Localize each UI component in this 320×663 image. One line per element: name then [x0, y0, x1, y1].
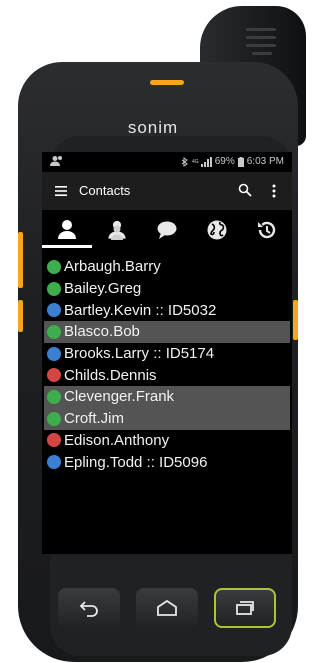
- group-icon: [107, 220, 127, 240]
- brand-logo: sonim: [127, 118, 179, 137]
- contact-name: Childs.Dennis: [64, 366, 157, 384]
- signal-icon: 4G: [192, 156, 212, 167]
- presence-dot-icon: [47, 411, 61, 426]
- search-icon[interactable]: [238, 183, 252, 197]
- svg-text:4G: 4G: [192, 159, 199, 165]
- back-key[interactable]: [58, 588, 120, 628]
- recent-apps-icon: [236, 601, 254, 615]
- presence-dot-icon: [47, 389, 61, 404]
- contact-name: Arbaugh.Barry: [64, 258, 161, 276]
- contact-name: Blasco.Bob: [64, 323, 140, 341]
- presence-dot-icon: [47, 433, 61, 448]
- contacts-notification-icon: [50, 156, 62, 166]
- contact-name: Croft.Jim: [64, 410, 124, 428]
- tab-history[interactable]: [242, 212, 292, 248]
- contact-name: Clevenger.Frank: [64, 388, 175, 406]
- antenna-grip: [246, 44, 276, 47]
- back-arrow-icon: [79, 601, 98, 617]
- bluetooth-icon: [181, 156, 188, 167]
- menu-icon[interactable]: [54, 184, 68, 198]
- recent-apps-key[interactable]: [214, 588, 276, 628]
- contact-row[interactable]: Blasco.Bob: [44, 321, 290, 343]
- tab-messages[interactable]: [142, 212, 192, 248]
- antenna-grip: [252, 52, 272, 55]
- contact-list: Arbaugh.BarryBailey.GregBartley.Kevin ::…: [42, 256, 292, 473]
- contact-name: Bartley.Kevin :: ID5032: [64, 301, 217, 319]
- contact-name: Brooks.Larry :: ID5174: [64, 345, 215, 363]
- home-icon: [157, 599, 177, 616]
- person-icon: [58, 219, 76, 239]
- contact-row[interactable]: Childs.Dennis: [44, 364, 290, 386]
- antenna-grip: [246, 36, 276, 39]
- status-bar: 4G 69% 6:03 PM: [42, 152, 292, 172]
- tab-groups[interactable]: [92, 212, 142, 248]
- contact-name: Epling.Todd :: ID5096: [64, 453, 208, 471]
- contact-row[interactable]: Arbaugh.Barry: [44, 256, 290, 278]
- contact-row[interactable]: Clevenger.Frank: [44, 386, 290, 408]
- presence-dot-icon: [47, 455, 61, 470]
- contact-row[interactable]: Bailey.Greg: [44, 278, 290, 300]
- chat-bubble-icon: [157, 221, 177, 239]
- page-title: Contacts: [79, 183, 131, 198]
- side-ptt-key[interactable]: [18, 300, 23, 332]
- app-bar: Contacts: [42, 172, 292, 210]
- contact-row[interactable]: Edison.Anthony: [44, 430, 290, 452]
- side-right-key[interactable]: [293, 300, 298, 340]
- presence-dot-icon: [47, 303, 61, 318]
- antenna-grip: [246, 28, 276, 31]
- battery-percent: 69%: [214, 156, 235, 167]
- side-volume-key[interactable]: [18, 232, 23, 288]
- presence-dot-icon: [47, 346, 61, 361]
- contact-row[interactable]: Epling.Todd :: ID5096: [44, 451, 290, 473]
- presence-dot-icon: [47, 368, 61, 383]
- contact-name: Bailey.Greg: [64, 280, 142, 298]
- globe-icon: [207, 220, 227, 240]
- nav-keys: [58, 580, 278, 636]
- history-icon: [258, 221, 276, 239]
- more-options-icon[interactable]: [267, 183, 281, 199]
- home-key[interactable]: [136, 588, 198, 628]
- battery-icon: [237, 156, 244, 167]
- presence-dot-icon: [47, 281, 61, 296]
- presence-dot-icon: [47, 259, 61, 274]
- contact-name: Edison.Anthony: [64, 431, 170, 449]
- tab-bar: [42, 212, 292, 248]
- presence-dot-icon: [47, 324, 61, 339]
- tab-global[interactable]: [192, 212, 242, 248]
- tab-contacts[interactable]: [42, 212, 92, 248]
- contact-row[interactable]: Bartley.Kevin :: ID5032: [44, 299, 290, 321]
- screen: 4G 69% 6:03 PM Contacts Arbaugh.Barry Ba…: [42, 152, 292, 554]
- contact-row[interactable]: Croft.Jim: [44, 407, 290, 430]
- clock: 6:03 PM: [246, 156, 284, 167]
- contact-row[interactable]: Brooks.Larry :: ID5174: [44, 343, 290, 365]
- top-key[interactable]: [150, 80, 184, 85]
